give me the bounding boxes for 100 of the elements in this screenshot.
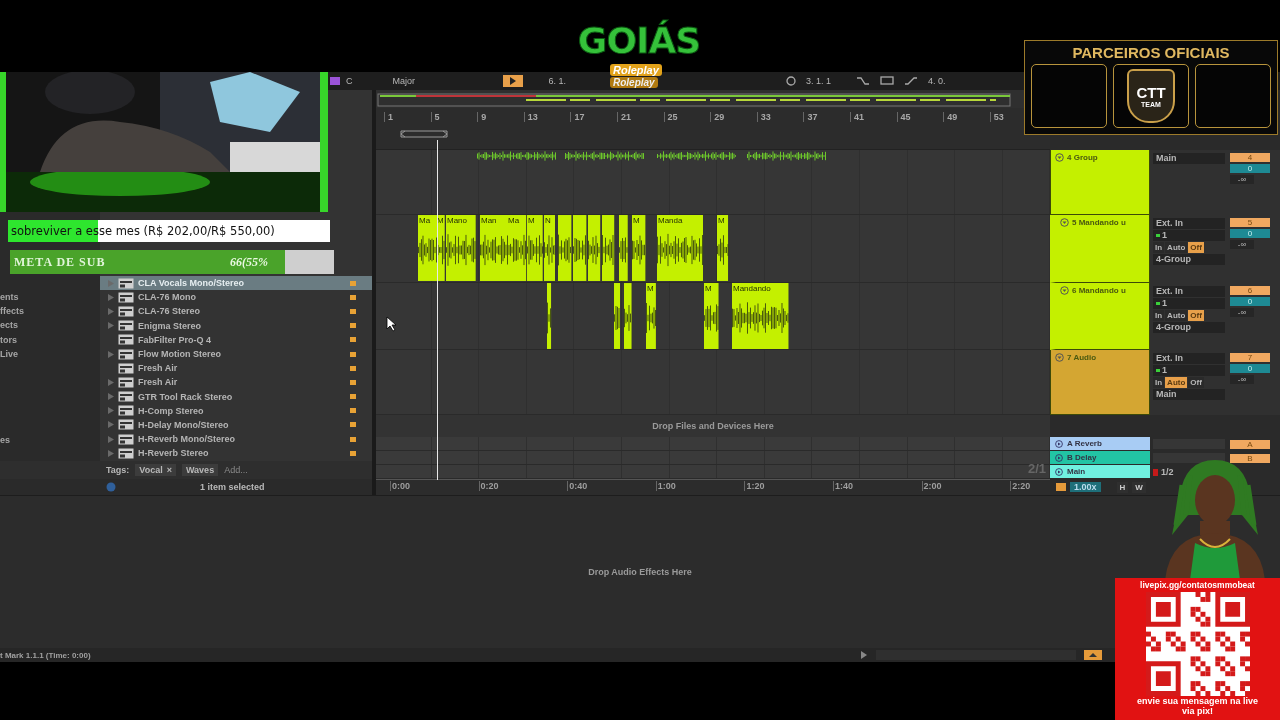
audio-clip[interactable]: M (632, 215, 647, 281)
browser-category[interactable]: ffects (0, 304, 100, 319)
track-number[interactable]: 7 (1230, 353, 1270, 362)
channel-dropdown[interactable]: 1 (1153, 298, 1225, 309)
audio-clip[interactable]: Mano (445, 215, 476, 281)
ramp-icon[interactable] (904, 76, 918, 86)
track-header[interactable]: 5 Mandando u (1050, 215, 1150, 283)
fold-icon[interactable] (1060, 286, 1069, 295)
input-dropdown[interactable]: Ext. In (1153, 218, 1225, 229)
output-dropdown[interactable]: Main (1153, 389, 1225, 400)
loop-start-display[interactable]: 3. 1. 1 (806, 76, 846, 86)
fold-icon[interactable] (1060, 218, 1069, 227)
tag-chip[interactable]: Vocal × (135, 464, 176, 476)
browser-item[interactable]: CLA-76 Mono (100, 290, 372, 305)
audio-clip[interactable]: M (704, 283, 720, 349)
speed-field[interactable]: 1.00x (1070, 482, 1101, 492)
audio-clip[interactable] (587, 215, 601, 281)
loop-icon[interactable] (880, 76, 894, 86)
monitor-button[interactable]: Auto (1165, 242, 1188, 253)
expand-arrow-icon[interactable] (108, 435, 114, 443)
expand-arrow-icon[interactable] (108, 393, 114, 401)
monitor-button[interactable]: Auto (1165, 377, 1188, 388)
browser-item[interactable]: H-Reverb Stereo (100, 446, 372, 461)
output-dropdown[interactable]: 4-Group (1153, 322, 1225, 333)
browser-item[interactable]: Flow Motion Stereo (100, 346, 372, 362)
tag-chip[interactable]: Waves (181, 464, 219, 476)
browser-category[interactable]: ects (0, 318, 100, 333)
expand-arrow-icon[interactable] (108, 378, 114, 386)
browser-item[interactable]: H-Comp Stereo (100, 403, 372, 418)
audio-clip[interactable] (656, 150, 736, 162)
audio-clip[interactable] (747, 150, 827, 162)
expand-arrow-icon[interactable] (108, 407, 114, 415)
audio-clip[interactable] (613, 283, 621, 349)
browser-category[interactable]: Live (0, 346, 100, 361)
audio-clip[interactable]: Ma (417, 215, 437, 281)
track-number[interactable]: A (1230, 439, 1270, 449)
volume-field[interactable]: 0 (1230, 297, 1270, 306)
audio-clip[interactable] (564, 150, 644, 162)
track-lane[interactable]: Ma M Mano Man Ma M N M Manda M (376, 215, 1050, 283)
return-track-header[interactable]: B Delay (1050, 451, 1150, 465)
monitor-button[interactable]: Off (1188, 310, 1204, 321)
return-track-header[interactable]: Main (1050, 465, 1150, 479)
expand-arrow-icon[interactable] (108, 350, 114, 358)
expand-arrow-icon[interactable] (108, 421, 114, 429)
expand-arrow-icon[interactable] (108, 322, 114, 330)
track-number[interactable]: B (1230, 453, 1270, 463)
input-dropdown[interactable]: Ext. In (1153, 286, 1225, 297)
audio-clip[interactable] (572, 215, 587, 281)
return-track-header[interactable]: A Reverb (1050, 437, 1150, 451)
browser-item[interactable]: Fresh Air (100, 361, 372, 376)
play-icon[interactable] (1055, 439, 1063, 448)
view-toggle-button[interactable]: H (1116, 481, 1129, 493)
track-header[interactable]: 7 Audio (1050, 350, 1150, 415)
input-dropdown[interactable]: Ext. In (1153, 353, 1225, 364)
audio-clip[interactable]: Mandando (732, 283, 790, 349)
expand-arrow-icon[interactable] (108, 449, 114, 457)
browser-category[interactable]: tors (0, 332, 100, 347)
volume-field[interactable]: 0 (1230, 164, 1270, 173)
track-number[interactable]: 6 (1230, 286, 1270, 295)
help-icon[interactable] (106, 482, 116, 492)
audio-clip[interactable] (624, 283, 633, 349)
audio-clip[interactable] (619, 215, 629, 281)
monitor-button[interactable]: In (1153, 377, 1165, 388)
audio-clip[interactable]: M (717, 215, 729, 281)
audio-clip[interactable]: Ma (507, 215, 528, 281)
volume-field[interactable]: 0 (1230, 229, 1270, 238)
browser-item[interactable]: GTR Tool Rack Stereo (100, 389, 372, 404)
fold-icon[interactable] (1055, 353, 1064, 362)
expand-arrow-icon[interactable] (108, 293, 114, 301)
output-dropdown[interactable]: 4-Group (1153, 254, 1225, 265)
key-selector[interactable]: C (330, 76, 353, 86)
browser-item[interactable]: H-Reverb Mono/Stereo (100, 432, 372, 447)
scale-dropdown[interactable]: Major (362, 76, 453, 86)
browser-category[interactable]: ents (0, 290, 100, 305)
audio-clip[interactable]: Man (479, 215, 508, 281)
monitor-button[interactable]: In (1153, 242, 1165, 253)
browser-item[interactable]: CLA-76 Stereo (100, 304, 372, 319)
fold-icon[interactable] (1055, 153, 1064, 162)
channel-dropdown[interactable]: 1 (1153, 230, 1225, 241)
routing-field[interactable] (1153, 453, 1225, 463)
play-icon[interactable] (1055, 467, 1063, 476)
browser-item[interactable]: Enigma Stereo (100, 318, 372, 333)
browser-item[interactable]: CLA Vocals Mono/Stereo (100, 276, 372, 291)
expand-arrow-icon[interactable] (108, 307, 114, 315)
audio-clip[interactable] (557, 215, 572, 281)
monitor-button[interactable]: Off (1188, 242, 1204, 253)
track-lane[interactable]: M M Mandando (376, 283, 1050, 350)
loop-brace-icon[interactable] (400, 130, 448, 138)
loop-length-display[interactable]: 4. 0. (928, 76, 968, 86)
output-dropdown[interactable]: Main (1153, 153, 1225, 164)
track-header[interactable]: 6 Mandando u (1050, 283, 1150, 350)
track-header[interactable]: 4 Group (1050, 150, 1150, 215)
audio-clip[interactable]: M (646, 283, 657, 349)
expand-up-icon[interactable] (1084, 650, 1102, 660)
play-icon[interactable] (1055, 453, 1063, 462)
audio-clip[interactable] (601, 215, 615, 281)
view-toggle-button[interactable]: W (1132, 481, 1146, 493)
audio-clip[interactable] (547, 283, 552, 349)
volume-field[interactable]: 0 (1230, 364, 1270, 373)
browser-item[interactable]: FabFilter Pro-Q 4 (100, 332, 372, 347)
